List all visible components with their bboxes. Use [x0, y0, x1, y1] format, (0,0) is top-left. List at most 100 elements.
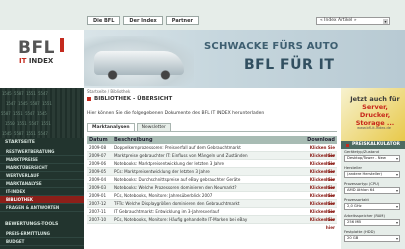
numbers-photo: 1545 5587 1551 5547 1547 1545 5587 1551 … [0, 88, 84, 138]
intro-text: Hier können Sie die folgegebenen Dokumen… [87, 111, 265, 116]
download-link[interactable]: Klicken Sie hier [300, 168, 337, 182]
logo-subtitle: IT INDEX [19, 57, 53, 65]
row-date: 2007-12 [89, 201, 107, 206]
sidebar-item-wertverlauf[interactable]: WERTVERLAUF [0, 172, 84, 180]
download-link[interactable]: Klicken Sie hier [300, 152, 337, 166]
article-index-select[interactable]: « Index Artikel » ▾ [316, 17, 390, 25]
row-description: Notebooks: Marktpreisentwicklung der let… [114, 161, 225, 166]
article-index-select-value: « Index Artikel » [320, 18, 357, 23]
row-description: IT Gebrauchtmarkt: Entwicklung im 3-Jahr… [114, 209, 220, 214]
row-date: 2009-05 [89, 169, 107, 174]
page-title: BIBLIOTHEK - ÜBERSICHT [87, 96, 172, 102]
field-label: Prozessortakt [344, 198, 369, 202]
table-row: 2009-01 PCs, Notebooks, Monitore: Jahres… [87, 192, 337, 206]
header-date: Datum [89, 137, 108, 143]
download-link[interactable]: Klicken Sie hier [300, 216, 337, 230]
title-square-icon [346, 143, 349, 147]
row-description: PCs, Notebooks, Monitore: Häufig gehande… [114, 217, 248, 222]
photo-number-line: 1545 5587 1551 5547 [2, 131, 48, 136]
row-description: TFTs: Welche Displaygrößen dominieren de… [114, 201, 240, 206]
sidebar: STARTSEITE RESTWERTBERATUNG MARKTPREISE … [0, 138, 84, 249]
chevron-down-icon: ▾ [383, 19, 388, 24]
sidebar-item-restwertberatung[interactable]: RESTWERTBERATUNG [0, 148, 84, 156]
download-link[interactable]: Klicken Sie hier [300, 144, 337, 158]
cpu-select[interactable]: AMD Athlon 64 [344, 187, 400, 194]
sidebar-home-link[interactable]: STARTSEITE [5, 140, 35, 145]
table-row: 2009-07 Marktpreise gebrauchter IT: Einf… [87, 152, 337, 166]
field-label: Hersteller [344, 166, 363, 170]
calculator-title: PREISKALKULATOR [341, 141, 405, 149]
promo-url: www.bfl-it-index.de [357, 126, 391, 130]
documents-table: Datum Beschreibung Download 2009-08 Dopp… [87, 136, 337, 230]
tab-newsletter[interactable]: Newsletter [136, 123, 171, 131]
table-row: 2009-04 Notebooks: Durchschnittspreise a… [87, 176, 337, 190]
top-header [0, 0, 405, 30]
header-download: Download [307, 137, 335, 143]
calc-field-hdd: Festplatte (HDD) 20 GB [341, 229, 405, 245]
sidebar-item-marktpreise[interactable]: MARKTPREISE [0, 156, 84, 164]
row-date: 2007-11 [89, 209, 107, 214]
download-link[interactable]: Klicken Sie hier [300, 200, 337, 214]
download-link[interactable]: Klicken Sie hier [300, 176, 337, 190]
table-row: 2007-12 TFTs: Welche Displaygrößen domin… [87, 200, 337, 214]
download-link[interactable]: Klicken Sie hier [300, 184, 337, 198]
nav-die-bfl[interactable]: Die BFL [87, 16, 121, 25]
clock-select[interactable]: 2,0 GHz [344, 203, 400, 210]
row-date: 2009-07 [89, 153, 107, 158]
banner-subheadline: BFL FÜR IT [244, 57, 335, 73]
field-label: Prozessortyp (CPU) [344, 182, 380, 186]
table-row: 2009-05 PCs: Marktpreisentwicklung der l… [87, 168, 337, 182]
sidebar-item-it-index[interactable]: IT-INDEX [0, 188, 84, 196]
calc-field-cpu: Prozessortyp (CPU) AMD Athlon 64 [341, 181, 405, 197]
tab-marktanalysen[interactable]: Marktanalysen [87, 123, 135, 131]
banner-headline: SCHWACKE FÜRS AUTO [204, 41, 339, 52]
field-label: Festplatte (HDD) [344, 230, 375, 234]
calc-field-clock: Prozessortakt 2,0 GHz [341, 197, 405, 213]
photo-number-line: 1547 1545 5587 1551 [6, 101, 52, 106]
table-header: Datum Beschreibung Download [87, 136, 337, 144]
header-description: Beschreibung [114, 137, 153, 143]
calc-field-ram: Arbeitsspeicher (RAM) 256 MB [341, 213, 405, 229]
sidebar-item-budget[interactable]: BUDGET [0, 238, 84, 246]
promo-line-1: Jetzt auch für [350, 95, 400, 103]
sidebar-item-marktuebersicht[interactable]: MARKTÜBERSICHT [0, 164, 84, 172]
nav-der-index[interactable]: Der Index [123, 16, 163, 25]
logo-index-text: INDEX [26, 57, 54, 65]
table-row: 2009-03 Notebooks: Welche Prozessoren do… [87, 184, 337, 198]
sidebar-item-preis-ermittlung[interactable]: PREIS-ERMITTLUNG [0, 230, 84, 238]
ram-select[interactable]: 256 MB [344, 219, 400, 226]
breadcrumb[interactable]: Startseite / Bibliothek [87, 89, 130, 94]
sidebar-item-bibliothek[interactable]: BIBLIOTHEK [0, 196, 84, 204]
car-image [84, 36, 194, 86]
row-date: 2009-08 [89, 145, 107, 150]
device-type-select[interactable]: Desktop/Tower - New [344, 155, 400, 162]
page-title-text: BIBLIOTHEK - ÜBERSICHT [94, 96, 173, 102]
sidebar-item-marktanalyse[interactable]: MARKTANALYSE [0, 180, 84, 188]
sidebar-item-fragen-antworten[interactable]: FRAGEN & ANTWORTEN [0, 204, 84, 212]
table-body: 2009-08 Doppelkernprozessoren: Preisverf… [87, 144, 337, 230]
bfl-logo[interactable]: BFL IT INDEX [18, 38, 68, 78]
table-row: 2009-06 Notebooks: Marktpreisentwicklung… [87, 160, 337, 174]
download-link[interactable]: Klicken Sie hier [300, 192, 337, 206]
top-navigation: Die BFL Der Index Partner [87, 16, 199, 25]
manufacturer-select[interactable]: (andere Hersteller) [344, 171, 400, 178]
photo-number-line: 1545 5587 1551 5547 [2, 91, 48, 96]
sidebar-tools-heading: BEWERTUNGS-TOOLS [5, 222, 59, 227]
main-content: Startseite / Bibliothek BIBLIOTHEK - ÜBE… [84, 88, 341, 249]
table-row: 2007-11 IT Gebrauchtmarkt: Entwicklung i… [87, 208, 337, 222]
sidebar-menu: RESTWERTBERATUNG MARKTPREISE MARKTÜBERSI… [0, 148, 84, 212]
logo-red-bar [60, 38, 64, 52]
hdd-select[interactable]: 20 GB [344, 235, 400, 242]
table-row: 2007-10 PCs, Notebooks, Monitore: Häufig… [87, 216, 337, 230]
table-row: 2009-08 Doppelkernprozessoren: Preisverf… [87, 144, 337, 158]
nav-partner[interactable]: Partner [165, 16, 199, 25]
calculator-title-text: PREISKALKULATOR [352, 142, 401, 147]
row-description: Doppelkernprozessoren: Preisverfall auf … [114, 145, 241, 150]
row-date: 2009-03 [89, 185, 107, 190]
calc-field-manufacturer: Hersteller (andere Hersteller) [341, 165, 405, 181]
price-calculator: PREISKALKULATOR Gerätetyp/Zustand Deskto… [341, 141, 405, 249]
title-square-icon [87, 97, 91, 101]
download-link[interactable]: Klicken Sie hier [300, 160, 337, 174]
promo-banner[interactable]: Jetzt auch für Server, Drucker, Storage … [341, 88, 405, 141]
download-link[interactable]: Klicken Sie hier [300, 208, 337, 222]
